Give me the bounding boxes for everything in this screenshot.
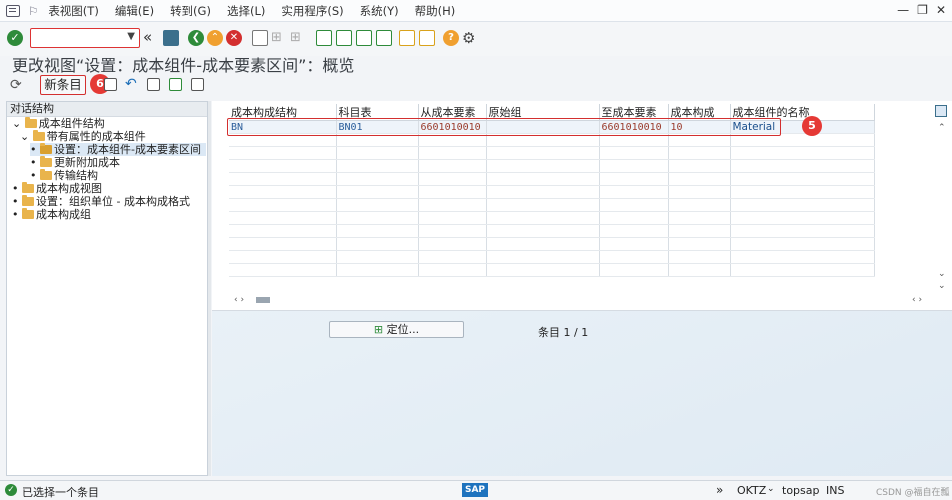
folder-icon — [40, 156, 52, 167]
folder-icon — [22, 195, 34, 206]
locate-button[interactable]: ⊞ 定位... — [329, 321, 464, 338]
tree-item-transfer-structure[interactable]: • 传输结构 — [30, 169, 98, 182]
page-title: 更改视图“设置：成本组件-成本要素区间”：概览 — [12, 56, 355, 75]
table-row[interactable] — [229, 159, 875, 173]
chevron-down-icon[interactable]: ▼ — [127, 31, 135, 42]
new-session-icon[interactable] — [399, 30, 415, 46]
bullet-icon: • — [30, 169, 40, 182]
next-page-icon[interactable] — [356, 30, 372, 46]
transaction-code[interactable]: OKTZ — [737, 484, 766, 497]
deselect-all-icon[interactable] — [191, 78, 204, 91]
last-page-icon[interactable] — [376, 30, 392, 46]
menu-edit[interactable]: 编辑(E) — [115, 3, 154, 19]
step-badge: 5 — [802, 116, 822, 136]
table-row[interactable] — [229, 250, 875, 264]
watermark: CSDN @福自在瓢 — [876, 488, 950, 498]
save-icon[interactable] — [163, 30, 179, 46]
new-entry-button[interactable]: 新条目 — [40, 75, 86, 95]
command-field[interactable]: ▼ — [30, 28, 140, 48]
double-chevron-right-icon[interactable]: » — [716, 483, 723, 497]
table-row[interactable] — [229, 146, 875, 160]
select-block-icon[interactable] — [169, 78, 182, 91]
sap-logo: SAP — [462, 483, 488, 497]
previous-page-icon[interactable] — [336, 30, 352, 46]
menu-goto[interactable]: 转到(G) — [170, 3, 211, 19]
find-icon[interactable]: ⊞ — [271, 30, 282, 45]
position-icon: ⊞ — [373, 323, 387, 336]
tree-item-cost-component-structure[interactable]: ⌄ 成本组件结构 — [12, 117, 105, 130]
caret-down-icon[interactable]: ⌄ — [12, 117, 25, 130]
find-next-icon[interactable]: ⊞ — [290, 30, 301, 45]
select-all-icon[interactable] — [147, 78, 160, 91]
display-change-icon[interactable]: ⟳ — [10, 77, 22, 93]
caret-down-icon[interactable]: ⌄ — [20, 130, 33, 143]
bullet-icon: • — [30, 156, 40, 169]
tree-item-components-with-attributes[interactable]: ⌄ 带有属性的成本组件 — [20, 130, 146, 143]
undo-icon[interactable]: ↶ — [125, 76, 137, 92]
sap-menu-icon[interactable] — [6, 4, 20, 17]
server-name: topsap — [782, 484, 820, 497]
scroll-bottom-icon[interactable]: ⌄ — [938, 281, 946, 291]
table-row[interactable] — [229, 172, 875, 186]
chevron-down-icon[interactable]: ⌄ — [767, 484, 775, 494]
panel-splitter[interactable] — [208, 101, 211, 476]
shortcut-icon[interactable] — [419, 30, 435, 46]
first-page-icon[interactable] — [316, 30, 332, 46]
scroll-left-icon[interactable]: ‹ › — [234, 295, 244, 305]
folder-icon — [32, 130, 45, 141]
menu-selection[interactable]: 选择(L) — [227, 3, 265, 19]
status-message: 已选择一个条目 — [22, 486, 99, 499]
folder-icon — [22, 182, 34, 193]
gear-icon[interactable]: ⚙ — [462, 29, 475, 47]
status-bar: ✓ 已选择一个条目 SAP » OKTZ ⌄ topsap INS CSDN @… — [0, 480, 952, 500]
table-row[interactable] — [229, 237, 875, 251]
input-mode[interactable]: INS — [826, 484, 844, 497]
scroll-up-icon[interactable]: ⌃ — [938, 123, 946, 133]
table-row[interactable] — [229, 185, 875, 199]
folder-icon — [40, 169, 52, 180]
tree-item-cost-component-views[interactable]: • 成本构成视图 — [12, 182, 102, 195]
double-chevron-left-icon[interactable]: « — [143, 28, 152, 46]
table-row[interactable] — [229, 224, 875, 238]
close-window-button[interactable]: ✕ — [936, 3, 946, 17]
row-highlight — [227, 118, 781, 136]
menu-bar: ⚐ 表视图(T) 编辑(E) 转到(G) 选择(L) 实用程序(S) 系统(Y)… — [0, 0, 952, 22]
back-icon[interactable]: ❮ — [188, 30, 204, 46]
menu-utilities[interactable]: 实用程序(S) — [281, 3, 343, 19]
tree-item-update-additive-costs[interactable]: • 更新附加成本 — [30, 156, 120, 169]
entry-counter: 条目 1 / 1 — [538, 326, 589, 339]
success-icon: ✓ — [5, 484, 17, 496]
horizontal-scroll-thumb[interactable] — [256, 297, 270, 303]
print-icon[interactable] — [252, 30, 268, 46]
tree-item-org-unit-settings[interactable]: • 设置：组织单位 - 成本构成格式 — [12, 195, 190, 208]
table-row[interactable] — [229, 263, 875, 277]
help-icon[interactable]: ? — [443, 30, 459, 46]
exit-icon[interactable]: ⌃ — [207, 30, 223, 46]
bullet-icon: • — [12, 208, 22, 221]
table-row[interactable] — [229, 211, 875, 225]
folder-icon — [22, 208, 34, 219]
cancel-icon[interactable]: ✕ — [226, 30, 242, 46]
tree-item-cost-component-groups[interactable]: • 成本构成组 — [12, 208, 91, 221]
menu-system[interactable]: 系统(Y) — [360, 3, 399, 19]
folder-open-icon — [40, 143, 52, 154]
bullet-icon: • — [12, 182, 22, 195]
tree-item-assignment-selected[interactable]: • 设置：成本组件-成本要素区间 — [30, 143, 206, 156]
bullet-icon: • — [12, 195, 22, 208]
pin-icon[interactable]: ⚐ — [28, 4, 38, 18]
dialog-structure-header: 对话结构 — [7, 102, 207, 117]
bullet-icon: • — [30, 143, 40, 156]
copy-as-icon[interactable] — [104, 78, 117, 91]
restore-button[interactable]: ❐ — [917, 3, 928, 17]
application-toolbar — [0, 74, 952, 100]
table-row[interactable] — [229, 198, 875, 212]
scroll-right-icon[interactable]: ‹ › — [912, 295, 922, 305]
menu-help[interactable]: 帮助(H) — [415, 3, 456, 19]
table-settings-icon[interactable] — [935, 105, 947, 117]
folder-icon — [24, 117, 37, 128]
minimize-button[interactable]: — — [897, 3, 909, 17]
enter-check-icon[interactable]: ✓ — [7, 30, 23, 46]
menu-table-view[interactable]: 表视图(T) — [48, 3, 99, 19]
scroll-down-icon[interactable]: ⌄ — [938, 269, 946, 279]
